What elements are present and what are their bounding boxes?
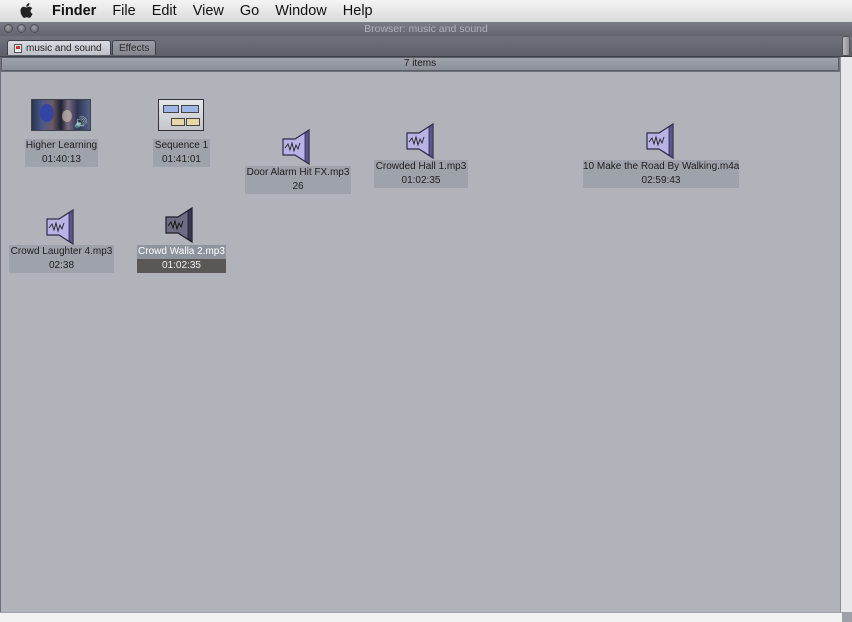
speaker-icon: 🔊 xyxy=(74,117,88,129)
horizontal-scrollbar[interactable] xyxy=(0,612,852,622)
tab-label: Effects xyxy=(119,42,150,54)
project-icon xyxy=(14,43,22,53)
window-titlebar[interactable]: Browser: music and sound xyxy=(0,22,852,36)
tab-scroll-handle[interactable] xyxy=(842,36,850,56)
item-count: 7 items xyxy=(403,58,437,69)
item-name: Crowd Walla 2.mp3 xyxy=(137,245,226,259)
audio-file-icon[interactable] xyxy=(45,208,79,250)
sequence-thumbnail[interactable] xyxy=(158,99,204,131)
item-label-selected[interactable]: Crowd Walla 2.mp3 01:02:35 xyxy=(137,245,226,273)
audio-file-icon[interactable] xyxy=(164,206,198,248)
item-duration: 26 xyxy=(292,181,304,192)
menu-go[interactable]: Go xyxy=(240,3,274,19)
tab-label: music and sound xyxy=(26,42,102,54)
menu-finder[interactable]: Finder xyxy=(52,3,111,19)
menu-bar: Finder File Edit View Go Window Help xyxy=(0,0,852,23)
audio-file-icon[interactable] xyxy=(405,122,439,164)
menu-help[interactable]: Help xyxy=(343,3,388,19)
item-duration: 01:40:13 xyxy=(42,154,81,165)
item-duration: 01:02:35 xyxy=(162,260,201,271)
item-name: Crowd Laughter 4.mp3 xyxy=(10,246,113,257)
video-clip-thumbnail[interactable]: 🔊 xyxy=(31,99,91,131)
item-label[interactable]: Sequence 1 01:41:01 xyxy=(153,139,210,167)
menu-file[interactable]: File xyxy=(112,3,150,19)
tab-bar: music and sound Effects xyxy=(0,36,852,57)
item-duration: 02:38 xyxy=(48,260,75,271)
minimize-button[interactable] xyxy=(17,24,26,33)
menu-view[interactable]: View xyxy=(193,3,239,19)
audio-file-icon[interactable] xyxy=(281,128,315,170)
audio-file-icon[interactable] xyxy=(645,122,679,164)
item-label[interactable]: 10 Make the Road By Walking.m4a 02:59:43 xyxy=(583,160,739,188)
tab-effects[interactable]: Effects xyxy=(112,40,156,55)
item-name: Sequence 1 xyxy=(154,140,209,151)
menu-window[interactable]: Window xyxy=(275,3,342,19)
menu-edit[interactable]: Edit xyxy=(152,3,192,19)
window-controls xyxy=(4,24,39,33)
item-name: 10 Make the Road By Walking.m4a xyxy=(583,161,740,172)
browser-window: Browser: music and sound music and sound… xyxy=(0,22,852,622)
zoom-button[interactable] xyxy=(30,24,39,33)
item-label[interactable]: Door Alarm Hit FX.mp3 26 xyxy=(245,166,351,194)
item-name: Higher Learning xyxy=(25,140,98,151)
item-label[interactable]: Crowded Hall 1.mp3 01:02:35 xyxy=(374,160,468,188)
item-name: Crowded Hall 1.mp3 xyxy=(375,161,467,172)
apple-logo-icon[interactable] xyxy=(14,2,40,20)
vertical-scrollbar[interactable] xyxy=(840,57,852,622)
item-label[interactable]: Crowd Laughter 4.mp3 02:38 xyxy=(9,245,114,273)
item-duration: 01:41:01 xyxy=(162,154,201,165)
resize-corner[interactable] xyxy=(842,612,852,622)
item-label[interactable]: Higher Learning 01:40:13 xyxy=(25,139,98,167)
tab-music-and-sound[interactable]: music and sound xyxy=(7,40,111,55)
window-title: Browser: music and sound xyxy=(364,23,488,35)
browser-content[interactable]: 🔊 Higher Learning 01:40:13 Sequence 1 01… xyxy=(1,72,840,612)
item-name: Door Alarm Hit FX.mp3 xyxy=(246,167,350,178)
item-duration: 01:02:35 xyxy=(401,175,441,186)
close-button[interactable] xyxy=(4,24,13,33)
item-duration: 02:59:43 xyxy=(641,175,681,186)
item-count-bar: 7 items xyxy=(1,57,839,71)
